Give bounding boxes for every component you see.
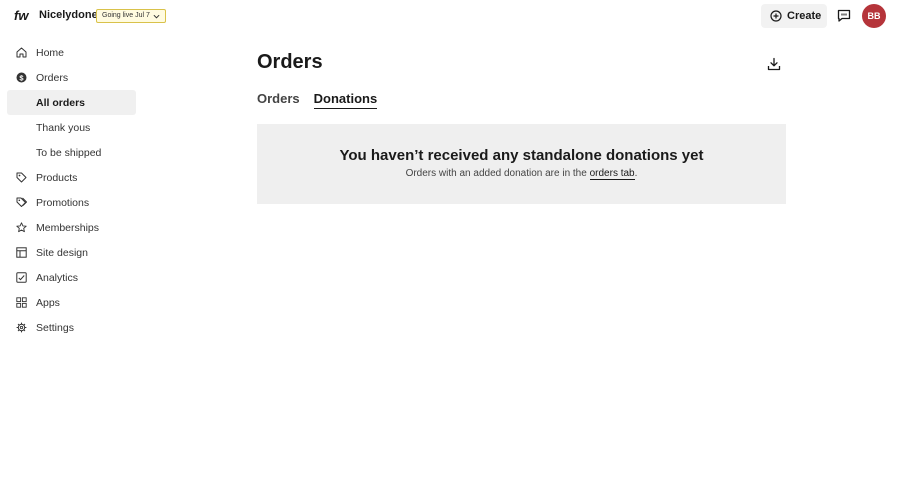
sidebar-item-label: To be shipped [36,146,102,159]
sidebar-item-label: Settings [36,321,74,334]
chat-icon[interactable] [836,8,852,24]
fw-logo[interactable]: fw [14,8,34,22]
svg-text:fw: fw [14,8,29,22]
sidebar-item-home[interactable]: Home [7,40,136,65]
going-live-badge[interactable]: Going live Jul 7 [96,9,166,23]
sidebar-item-label: Products [36,171,78,184]
orders-tab-link[interactable]: orders tab [589,168,635,180]
sidebar-item-all-orders[interactable]: All orders [7,90,136,115]
sidebar-item-apps[interactable]: Apps [7,290,136,315]
empty-state-text: Orders with an added donation are in the… [257,168,786,180]
sidebar-item-label: Home [36,46,65,59]
sidebar-item-label: Site design [36,246,88,259]
sidebar-item-label: Thank yous [36,121,91,134]
sidebar-item-memberships[interactable]: Memberships [7,215,136,240]
empty-state-title: You haven’t received any standalone dona… [339,147,704,164]
site-name[interactable]: Nicelydone [39,9,98,21]
empty-state-text-before: Orders with an added donation are in the [405,168,590,179]
download-icon[interactable] [767,57,781,71]
chart-check-icon [16,272,27,283]
tag-icon [16,172,27,183]
create-label: Create [787,10,822,22]
home-icon [16,47,27,58]
sidebar-item-label: Promotions [36,196,90,209]
tab-bar: Orders Donations [257,91,378,109]
page-title: Orders [257,51,323,73]
sidebar-item-label: Analytics [36,271,79,284]
sidebar-item-settings[interactable]: Settings [7,315,136,340]
sidebar: Home $ Orders All orders Thank yous To b… [7,40,136,340]
sidebar-item-thank-yous[interactable]: Thank yous [7,115,136,140]
sidebar-item-label: All orders [36,96,86,109]
tab-orders[interactable]: Orders [257,91,300,109]
star-icon [16,222,27,233]
tab-donations[interactable]: Donations [313,91,378,109]
sidebar-item-to-be-shipped[interactable]: To be shipped [7,140,136,165]
sidebar-item-site-design[interactable]: Site design [7,240,136,265]
top-bar: fw Nicelydone Going live Jul 7 Create BB [0,0,900,32]
sidebar-item-analytics[interactable]: Analytics [7,265,136,290]
going-live-label: Going live Jul 7 [102,12,150,19]
tags-icon [16,197,27,208]
plus-circle-icon [770,10,782,22]
sidebar-item-promotions[interactable]: Promotions [7,190,136,215]
sidebar-item-label: Orders [36,71,69,84]
empty-state: You haven’t received any standalone dona… [257,124,786,204]
empty-state-text-after: . [634,168,638,179]
dollar-circle-icon: $ [16,72,27,83]
sidebar-item-orders[interactable]: $ Orders [7,65,136,90]
chevron-down-icon [153,14,160,19]
gear-icon [16,322,27,333]
sidebar-item-label: Memberships [36,221,100,234]
sidebar-item-label: Apps [36,296,60,309]
layout-icon [16,247,27,258]
create-button[interactable]: Create [761,4,827,28]
grid-icon [16,297,27,308]
sidebar-item-products[interactable]: Products [7,165,136,190]
avatar[interactable]: BB [862,4,886,28]
